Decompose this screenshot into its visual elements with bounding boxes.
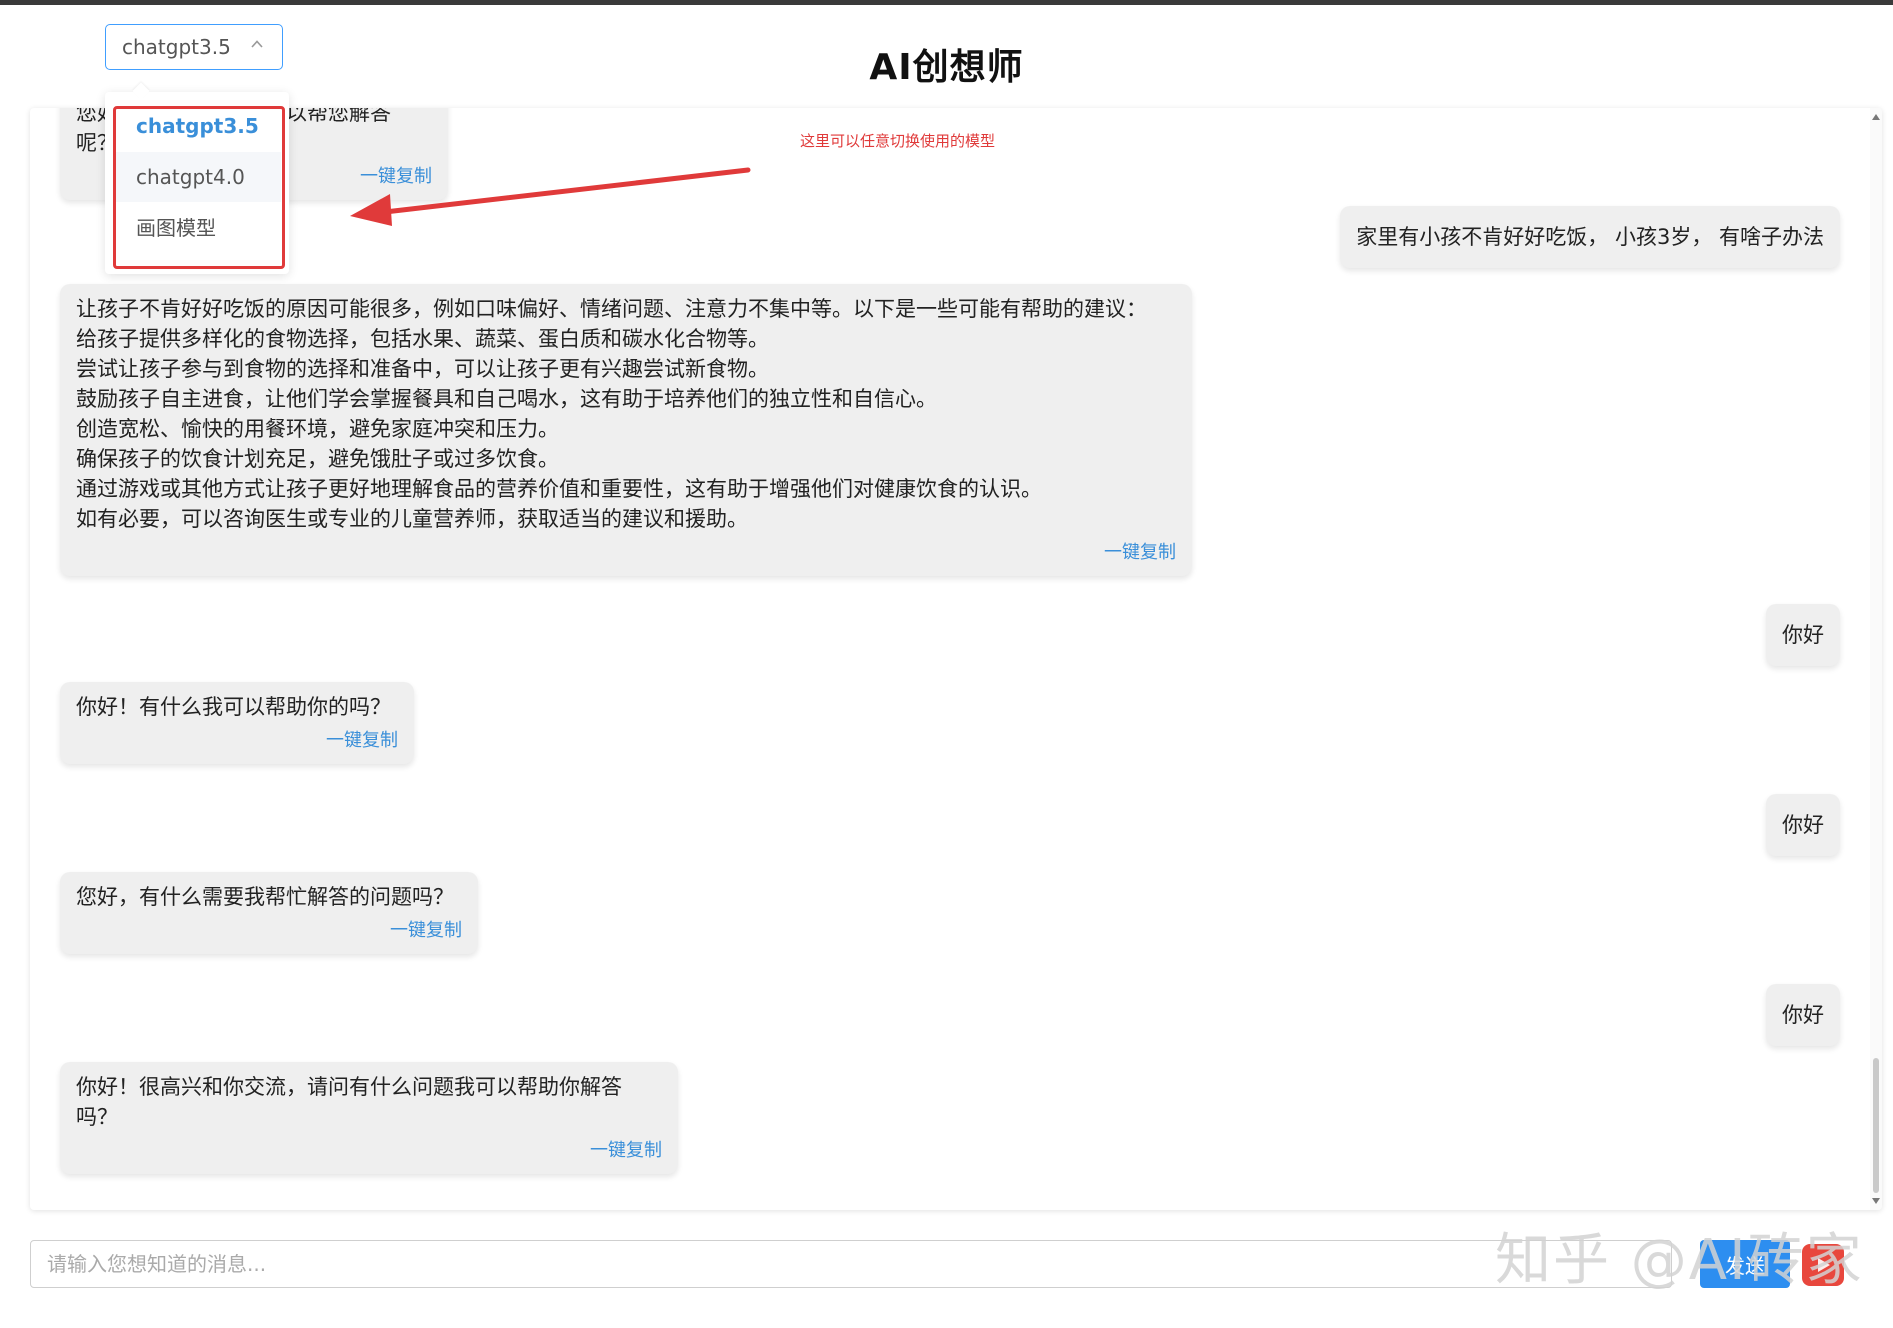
ai-message-5: 你好！很高兴和你交流，请问有什么问题我可以帮助你解答吗？ 一键复制 <box>60 1062 678 1174</box>
copy-button[interactable]: 一键复制 <box>76 542 1176 564</box>
scroll-up-arrow-icon[interactable] <box>1872 114 1880 120</box>
message-text: 你好！很高兴和你交流，请问有什么问题我可以帮助你解答吗？ <box>76 1075 622 1129</box>
user-message-4: 你好 <box>1766 984 1840 1046</box>
message-text: 你好！有什么我可以帮助你的吗？ <box>76 695 391 719</box>
watermark: 知乎 @AI砖家 <box>1495 1228 1864 1293</box>
ai-message-3: 你好！有什么我可以帮助你的吗？ 一键复制 <box>60 682 414 764</box>
chevron-up-icon <box>251 40 263 48</box>
scrollbar-thumb[interactable] <box>1873 1058 1879 1193</box>
message-text: 你好 <box>1782 1003 1824 1027</box>
message-text: 家里有小孩不肯好好吃饭， 小孩3岁， 有啥子办法 <box>1356 225 1824 249</box>
copy-button[interactable]: 一键复制 <box>76 730 398 752</box>
copy-button[interactable]: 一键复制 <box>76 920 462 942</box>
message-text: 你好 <box>1782 813 1824 837</box>
ai-message-4: 您好，有什么需要我帮忙解答的问题吗？ 一键复制 <box>60 872 478 954</box>
message-text: 你好 <box>1782 623 1824 647</box>
copy-button[interactable]: 一键复制 <box>76 1140 662 1162</box>
dropdown-highlight-box <box>113 106 285 269</box>
user-message-1: 家里有小孩不肯好好吃饭， 小孩3岁， 有啥子办法 <box>1340 206 1840 268</box>
annotation-text: 这里可以任意切换使用的模型 <box>800 132 996 150</box>
user-message-2: 你好 <box>1766 604 1840 666</box>
page-title: AI创想师 <box>869 47 1024 88</box>
scrollbar[interactable] <box>1870 108 1882 1210</box>
ai-message-2: 让孩子不肯好好吃饭的原因可能很多，例如口味偏好、情绪问题、注意力不集中等。以下是… <box>60 284 1192 576</box>
model-select[interactable]: chatgpt3.5 <box>105 24 283 70</box>
message-text: 您好，有什么需要我帮忙解答的问题吗？ <box>76 885 454 909</box>
chat-panel[interactable]: 您好，有什么问题我可以帮您解答呢？ 一键复制 家里有小孩不肯好好吃饭， 小孩3岁… <box>30 108 1882 1210</box>
user-message-3: 你好 <box>1766 794 1840 856</box>
message-input[interactable] <box>30 1240 1672 1288</box>
annotation-arrow-icon <box>350 167 751 226</box>
scroll-down-arrow-icon[interactable] <box>1872 1198 1880 1204</box>
model-select-value: chatgpt3.5 <box>122 35 231 59</box>
top-border <box>0 0 1893 5</box>
message-text: 让孩子不肯好好吃饭的原因可能很多，例如口味偏好、情绪问题、注意力不集中等。以下是… <box>76 297 1147 531</box>
